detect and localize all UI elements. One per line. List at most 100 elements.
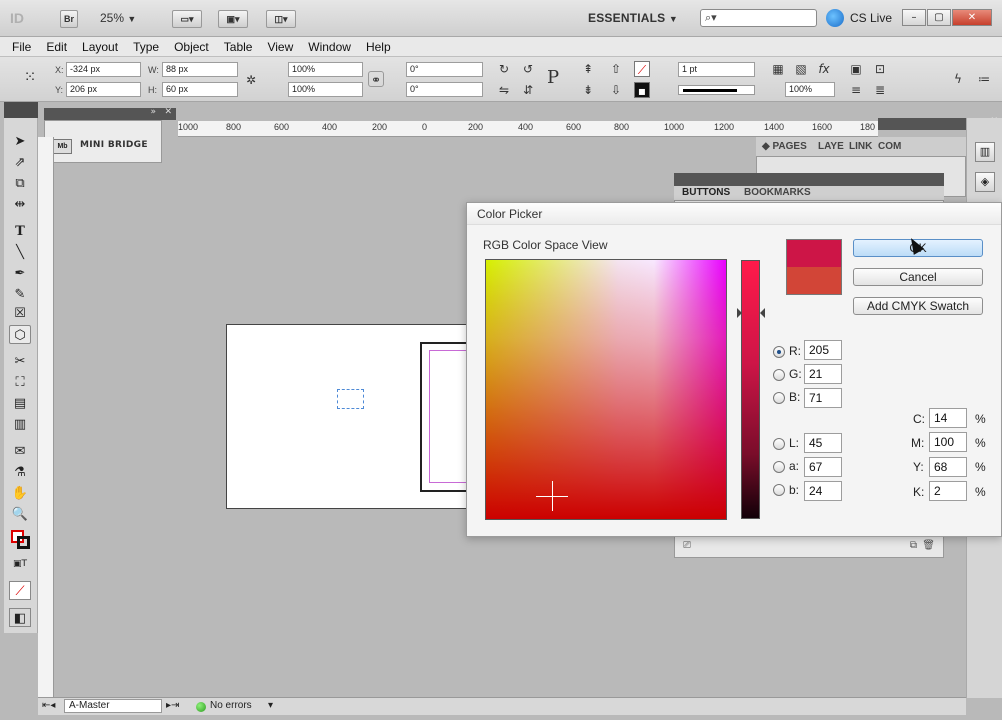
drop-shadow-icon[interactable]: ▦ (770, 61, 786, 77)
mini-bridge-header[interactable]: » ✕ (44, 107, 176, 120)
menu-view[interactable]: View (267, 37, 299, 56)
y-position-field[interactable]: 206 px (66, 82, 141, 97)
collapse-icon[interactable]: » (150, 107, 156, 117)
c-field[interactable]: 14 (929, 408, 967, 428)
cs-live-button[interactable]: CS Live (850, 11, 892, 25)
eyedropper-tool-icon[interactable]: ⚗ (9, 463, 31, 482)
screen-mode-button[interactable]: ▣▾ (218, 10, 248, 28)
lab-b-field[interactable]: 24 (804, 481, 842, 501)
dialog-titlebar[interactable] (467, 203, 1001, 225)
hand-tool-icon[interactable]: ✋ (9, 484, 31, 503)
zoom-level[interactable]: 25% ▼ (100, 11, 136, 25)
g-radio[interactable] (773, 369, 785, 381)
previous-color-swatch[interactable] (786, 267, 842, 295)
vertical-ruler[interactable] (38, 137, 54, 697)
color-field-crosshair-vertical[interactable] (552, 481, 553, 511)
pen-tool-icon[interactable]: ✒ (9, 264, 31, 283)
flip-horizontal-icon[interactable]: ⇋ (496, 82, 512, 98)
b-radio[interactable] (773, 392, 785, 404)
scissors-tool-icon[interactable]: ✂ (9, 352, 31, 371)
select-previous-icon[interactable]: ⇧ (608, 61, 624, 77)
buttons-panel-header[interactable] (674, 173, 944, 186)
width-field[interactable]: 88 px (162, 62, 238, 77)
bridge-button[interactable]: Br (60, 10, 78, 28)
mini-bridge-panel[interactable]: Mb MINI BRIDGE (44, 120, 162, 163)
lightning-icon[interactable]: ϟ (950, 71, 966, 87)
l-radio[interactable] (773, 438, 785, 450)
height-field[interactable]: 60 px (162, 82, 238, 97)
stroke-swatch-icon[interactable]: ▪ (634, 82, 650, 98)
apply-none-icon[interactable]: ⟋ (9, 581, 31, 600)
pencil-tool-icon[interactable]: ✎ (9, 285, 31, 304)
zoom-tool-icon[interactable]: 🔍 (9, 505, 31, 524)
menu-edit[interactable]: Edit (46, 37, 73, 56)
tab-layers[interactable]: LAYE (818, 141, 844, 152)
menu-file[interactable]: File (12, 37, 37, 56)
tab-pages[interactable]: ◆ PAGES (762, 141, 807, 152)
close-button[interactable]: ✕ (952, 9, 992, 26)
page-number-select[interactable]: A-Master (64, 699, 162, 713)
scale-y-field[interactable]: 100% (288, 82, 363, 97)
fill-none-icon[interactable]: ⟋ (634, 61, 650, 77)
stroke-weight-field[interactable]: 1 pt (678, 62, 755, 77)
next-page-icon[interactable]: ▸⇥ (166, 700, 179, 711)
tab-links[interactable]: LINK (849, 141, 872, 152)
menu-help[interactable]: Help (366, 37, 397, 56)
add-cmyk-swatch-button[interactable]: Add CMYK Swatch (853, 297, 983, 315)
flip-vertical-icon[interactable]: ⇵ (520, 82, 536, 98)
line-tool-icon[interactable]: ╲ (9, 243, 31, 262)
x-position-field[interactable]: -324 px (66, 62, 141, 77)
rotation-angle-field[interactable]: 0° (406, 62, 483, 77)
preview-icon[interactable]: ⎚ (683, 540, 691, 551)
page-tool-icon[interactable]: ⧉ (9, 174, 31, 193)
menu-window[interactable]: Window (308, 37, 357, 56)
search-input[interactable]: ⌕▾ (700, 9, 817, 27)
layers-panel-icon[interactable]: ◈ (975, 172, 995, 192)
trash-icon[interactable]: 🗑 (922, 540, 935, 551)
workspace-switcher[interactable]: ESSENTIALS ▼ (588, 11, 678, 25)
new-button-icon[interactable]: ⧉ (910, 540, 917, 551)
effects-icon[interactable]: fx (816, 61, 832, 77)
arrange-documents-button[interactable]: ◫▾ (266, 10, 296, 28)
link-icon[interactable]: ⚭ (368, 71, 384, 87)
constrain-icon[interactable]: ✲ (243, 72, 259, 88)
horizontal-ruler[interactable]: 1000 800 600 400 200 0 200 400 600 800 1… (178, 121, 878, 137)
tab-buttons[interactable]: BUTTONS (682, 187, 730, 198)
formatting-affects-container-icon[interactable]: ▣T (9, 555, 31, 574)
k-field[interactable]: 2 (929, 481, 967, 501)
scale-x-field[interactable]: 100% (288, 62, 363, 77)
tools-panel-header[interactable] (4, 102, 38, 118)
tab-bookmarks[interactable]: BOOKMARKS (744, 187, 811, 198)
align-center-icon[interactable]: ≣ (872, 82, 888, 98)
stroke-swatch-icon[interactable] (17, 536, 30, 549)
rotate-ccw-icon[interactable]: ↺ (520, 61, 536, 77)
l-field[interactable]: 45 (804, 433, 842, 453)
preflight-status[interactable]: No errors (210, 700, 252, 711)
opacity-field[interactable]: 100% (785, 82, 835, 97)
menu-object[interactable]: Object (174, 37, 215, 56)
lab-b-radio[interactable] (773, 484, 785, 496)
free-transform-tool-icon[interactable]: ⛶ (9, 373, 31, 392)
type-tool-icon[interactable]: T (9, 222, 31, 241)
slider-handle-left[interactable] (737, 308, 742, 318)
polygon-tool-icon[interactable]: ⬡ (9, 325, 31, 344)
view-options-button[interactable]: ▭▾ (172, 10, 202, 28)
select-container-icon[interactable]: ⇞ (580, 61, 596, 77)
direct-selection-tool-icon[interactable]: ⇗ (9, 153, 31, 172)
gradient-feather-tool-icon[interactable]: ▥ (9, 415, 31, 434)
select-content-icon[interactable]: ⇟ (580, 82, 596, 98)
r-radio[interactable] (773, 346, 785, 358)
preflight-menu-icon[interactable]: ▾ (268, 700, 273, 711)
selection-tool-icon[interactable]: ➤ (9, 132, 31, 151)
screen-mode-icon[interactable]: ◧ (9, 608, 31, 627)
menu-type[interactable]: Type (133, 37, 165, 56)
tab-comments[interactable]: COM (878, 141, 901, 152)
note-tool-icon[interactable]: ✉ (9, 442, 31, 461)
slider-handle-right[interactable] (760, 308, 765, 318)
menu-table[interactable]: Table (224, 37, 259, 56)
text-wrap-icon[interactable]: ▣ (848, 61, 864, 77)
select-next-icon[interactable]: ⇩ (608, 82, 624, 98)
shear-angle-field[interactable]: 0° (406, 82, 483, 97)
stroke-type-select[interactable] (678, 85, 755, 95)
m-field[interactable]: 100 (929, 432, 967, 452)
